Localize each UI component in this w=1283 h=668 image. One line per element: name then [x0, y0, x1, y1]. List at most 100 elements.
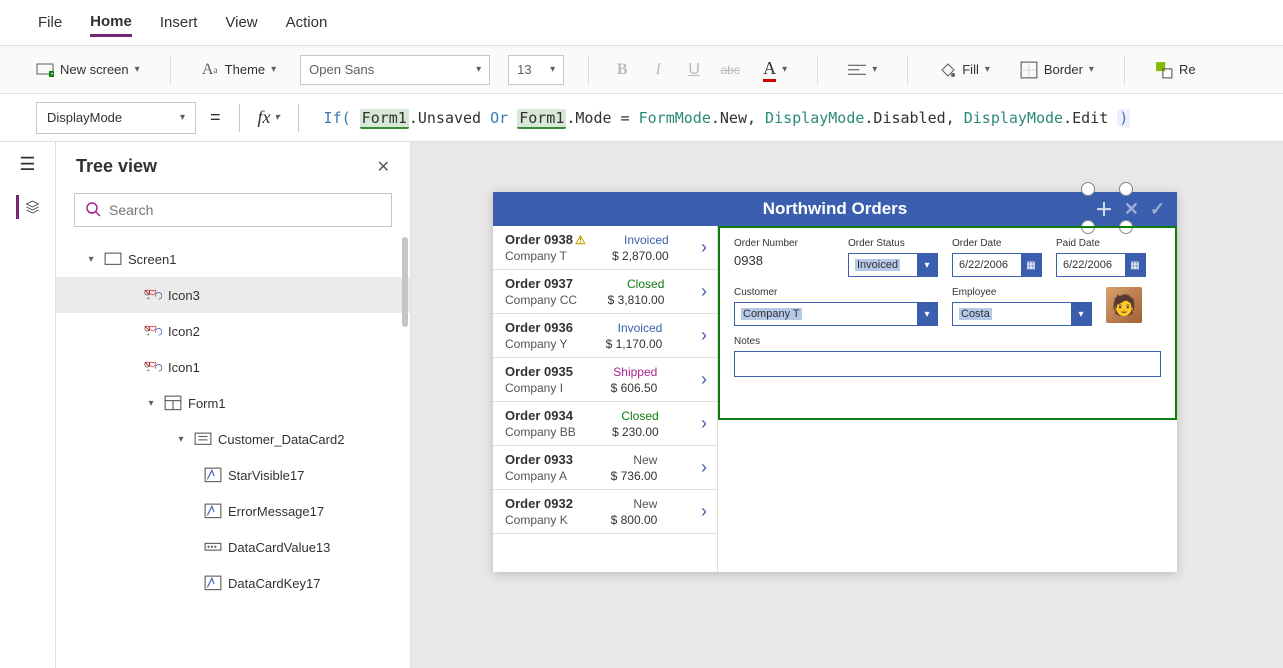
font-size-select[interactable]: 13 ▾ — [508, 55, 564, 85]
order-customer: Company I — [505, 381, 573, 395]
menu-insert[interactable]: Insert — [160, 14, 198, 31]
underline-button[interactable]: U — [685, 61, 703, 79]
order-amount: $ 3,810.00 — [608, 293, 665, 307]
order-customer: Company CC — [505, 293, 577, 307]
tree-node-icon1[interactable]: + Icon1 — [56, 349, 410, 385]
order-item[interactable]: Order 0937Company CCClosed$ 3,810.00› — [493, 270, 717, 314]
chevron-down-icon: ▾ — [917, 303, 937, 325]
separator — [588, 55, 589, 85]
separator — [817, 55, 818, 85]
new-screen-label: New screen — [60, 62, 129, 77]
notes-input[interactable] — [734, 351, 1161, 377]
order-item[interactable]: Order 0935Company IShipped$ 606.50› — [493, 358, 717, 402]
order-amount: $ 736.00 — [611, 469, 658, 483]
tree-node-datacardvalue[interactable]: DataCardValue13 — [56, 529, 410, 565]
tree-node-form1[interactable]: ▾ Form1 — [56, 385, 410, 421]
menu-action[interactable]: Action — [286, 14, 328, 31]
equals-sign: = — [210, 107, 221, 128]
label-icon — [204, 574, 222, 592]
new-screen-button[interactable]: + New screen ▾ — [30, 57, 146, 83]
employee-label: Employee — [952, 287, 1092, 298]
formula-input[interactable]: If( Form1.Unsaved Or Form1.Mode = FormMo… — [317, 104, 1247, 132]
tree-node-screen1[interactable]: ▾ Screen1 — [56, 241, 410, 277]
order-item[interactable]: Order 0933Company ANew$ 736.00› — [493, 446, 717, 490]
separator — [170, 55, 171, 85]
paiddate-picker[interactable]: 6/22/2006 ▦ — [1056, 253, 1146, 277]
left-rail: ☰ — [0, 142, 56, 668]
order-status: Closed — [627, 277, 664, 291]
chevron-down-icon: ▾ — [985, 64, 990, 75]
font-value: Open Sans — [309, 62, 374, 77]
theme-button[interactable]: Aa Theme ▾ — [195, 57, 283, 83]
fx-button[interactable]: fx ▾ — [258, 107, 280, 128]
tree-node-icon3[interactable]: + Icon3 — [56, 277, 410, 313]
orderdate-picker[interactable]: 6/22/2006 ▦ — [952, 253, 1042, 277]
menu-view[interactable]: View — [225, 14, 257, 31]
font-select[interactable]: Open Sans ▾ — [300, 55, 490, 85]
order-form[interactable]: Order Number 0938 Order Status Invoiced … — [718, 226, 1177, 420]
font-color-button[interactable]: A ▾ — [757, 54, 793, 86]
reorder-button[interactable]: Re — [1149, 57, 1202, 83]
chevron-right-icon: › — [701, 413, 707, 434]
tree-search[interactable] — [74, 193, 392, 227]
selection-handle[interactable] — [1119, 182, 1133, 196]
theme-label: Theme — [225, 62, 265, 77]
order-item[interactable]: Order 0938⚠Company TInvoiced$ 2,870.00› — [493, 226, 717, 270]
order-status: Invoiced — [618, 321, 663, 335]
close-icon[interactable]: ✕ — [377, 157, 390, 177]
order-number: Order 0933 — [505, 452, 573, 467]
order-list[interactable]: Order 0938⚠Company TInvoiced$ 2,870.00›O… — [493, 226, 718, 572]
submit-icon[interactable]: ✓ — [1150, 199, 1165, 220]
selection-handle[interactable] — [1081, 182, 1095, 196]
menu-file[interactable]: File — [38, 14, 62, 31]
orderdate-value: 6/22/2006 — [959, 259, 1008, 271]
paiddate-value: 6/22/2006 — [1063, 259, 1112, 271]
token: If( — [324, 109, 351, 127]
search-input[interactable] — [109, 202, 381, 218]
node-label: Customer_DataCard2 — [218, 432, 344, 447]
strike-button[interactable]: abc — [721, 61, 739, 79]
tree-node-datacardkey[interactable]: DataCardKey17 — [56, 565, 410, 601]
customer-dropdown[interactable]: Company T ▾ — [734, 302, 938, 326]
paiddate-label: Paid Date — [1056, 238, 1146, 249]
menu-bar: File Home Insert View Action — [0, 0, 1283, 46]
node-label: StarVisible17 — [228, 468, 304, 483]
align-button[interactable]: ▾ — [842, 57, 883, 83]
token: .Edit — [1063, 109, 1108, 127]
order-item[interactable]: Order 0936Company YInvoiced$ 1,170.00› — [493, 314, 717, 358]
employee-dropdown[interactable]: Costa ▾ — [952, 302, 1092, 326]
token: DisplayMode — [765, 109, 864, 127]
order-number: Order 0938⚠ — [505, 232, 586, 247]
chevron-down-icon: ▾ — [872, 64, 877, 75]
font-size-value: 13 — [517, 62, 531, 77]
canvas[interactable]: Northwind Orders ＋ ✕ ✓ Order 0938⚠Compan… — [411, 142, 1283, 668]
property-select[interactable]: DisplayMode ▾ — [36, 102, 196, 134]
theme-icon: Aa — [201, 61, 219, 79]
tree-node-starvisible[interactable]: StarVisible17 — [56, 457, 410, 493]
svg-text:+: + — [146, 368, 150, 374]
chevron-down-icon: ▾ — [275, 112, 280, 123]
order-amount: $ 606.50 — [611, 381, 658, 395]
hamburger-icon[interactable]: ☰ — [19, 154, 35, 175]
order-customer: Company A — [505, 469, 573, 483]
tree-node-errormessage[interactable]: ErrorMessage17 — [56, 493, 410, 529]
scrollbar-thumb[interactable] — [402, 237, 408, 327]
node-label: Screen1 — [128, 252, 176, 267]
token: Or — [490, 109, 508, 127]
tree-node-customer-datacard[interactable]: ▾ Customer_DataCard2 — [56, 421, 410, 457]
order-item[interactable]: Order 0934Company BBClosed$ 230.00› — [493, 402, 717, 446]
separator — [1124, 55, 1125, 85]
menu-home[interactable]: Home — [90, 13, 132, 37]
tree-body: ▾ Screen1 + Icon3 + Icon2 + Icon1 ▾ Form… — [56, 237, 410, 668]
tree-view-tab[interactable] — [16, 195, 40, 219]
order-item[interactable]: Order 0932Company KNew$ 800.00› — [493, 490, 717, 534]
tree-node-icon2[interactable]: + Icon2 — [56, 313, 410, 349]
bold-button[interactable]: B — [613, 61, 631, 79]
italic-button[interactable]: I — [649, 61, 667, 79]
border-button[interactable]: Border ▾ — [1014, 57, 1100, 83]
fill-button[interactable]: Fill ▾ — [932, 57, 996, 83]
token: FormMode — [639, 109, 711, 127]
orderstatus-dropdown[interactable]: Invoiced ▾ — [848, 253, 938, 277]
property-value: DisplayMode — [47, 110, 122, 125]
token: DisplayMode — [964, 109, 1063, 127]
